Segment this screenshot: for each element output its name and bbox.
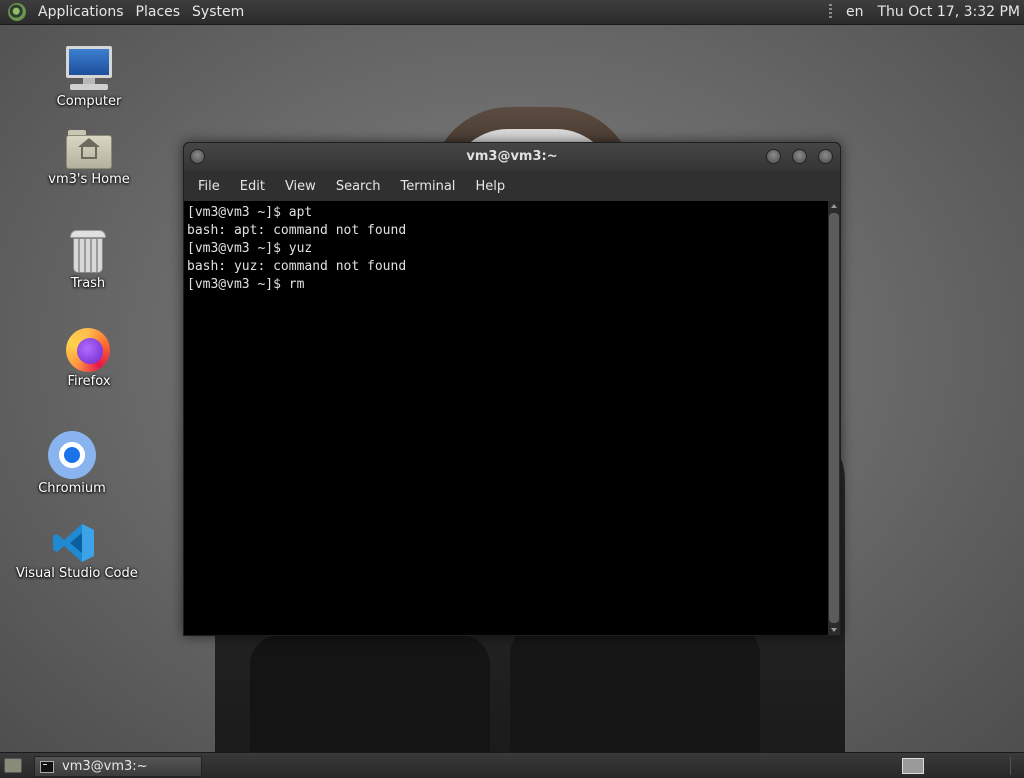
terminal-line: [vm3@vm3 ~]$ apt: [187, 205, 313, 220]
desktop-icon-label: Computer: [56, 94, 122, 109]
menu-places[interactable]: Places: [130, 4, 187, 20]
wallpaper-figure-arm-left: [250, 635, 490, 752]
window-title: vm3@vm3:~: [466, 149, 558, 164]
scrollbar-thumb[interactable]: [829, 213, 839, 623]
terminal-icon: [40, 760, 54, 773]
show-desktop-icon[interactable]: [4, 758, 22, 773]
desktop-icon-chromium[interactable]: Chromium: [36, 431, 108, 496]
desktop-icon-home[interactable]: vm3's Home: [44, 130, 134, 187]
window-titlebar[interactable]: vm3@vm3:~: [184, 143, 840, 171]
desktop-icon-vscode[interactable]: Visual Studio Code: [16, 522, 138, 581]
terminal-line: [vm3@vm3 ~]$ yuz: [187, 241, 313, 256]
menu-search[interactable]: Search: [326, 179, 391, 194]
terminal-line: bash: yuz: command not found: [187, 259, 407, 274]
firefox-icon: [66, 326, 112, 372]
chromium-icon: [48, 431, 96, 479]
home-folder-icon: [66, 130, 112, 170]
top-panel: Applications Places System en Thu Oct 17…: [0, 0, 1024, 25]
taskbar-button-label: vm3@vm3:~: [62, 759, 148, 774]
terminal-line: [vm3@vm3 ~]$ rm: [187, 277, 305, 292]
applications-logo-icon[interactable]: [8, 3, 26, 21]
menu-view[interactable]: View: [275, 179, 326, 194]
panel-separator: [1010, 757, 1016, 775]
scroll-up-arrow-icon[interactable]: [831, 204, 837, 208]
vscode-icon: [52, 522, 96, 564]
minimize-button[interactable]: [766, 149, 781, 164]
desktop-icon-label: vm3's Home: [48, 172, 130, 187]
workspace-switcher[interactable]: [902, 758, 924, 774]
clock[interactable]: Thu Oct 17, 3:32 PM: [877, 4, 1020, 20]
desktop-icon-label: Firefox: [67, 374, 111, 389]
menu-edit[interactable]: Edit: [230, 179, 275, 194]
menu-system[interactable]: System: [186, 4, 250, 20]
scroll-down-arrow-icon[interactable]: [831, 628, 837, 632]
desktop-icon-firefox[interactable]: Firefox: [58, 326, 120, 389]
keyboard-layout-indicator[interactable]: en: [846, 4, 864, 20]
desktop-icon-label: Trash: [70, 276, 106, 291]
terminal-line: bash: apt: command not found: [187, 223, 407, 238]
terminal-output[interactable]: [vm3@vm3 ~]$ apt bash: apt: command not f…: [184, 201, 828, 635]
desktop-icon-label: Visual Studio Code: [16, 566, 138, 581]
wallpaper-figure-arm-right: [510, 625, 760, 752]
menu-applications[interactable]: Applications: [32, 4, 130, 20]
desktop-icon-label: Chromium: [38, 481, 106, 496]
menu-terminal[interactable]: Terminal: [390, 179, 465, 194]
taskbar-button-terminal[interactable]: vm3@vm3:~: [34, 756, 202, 777]
panel-handle-icon[interactable]: [828, 4, 832, 20]
menu-file[interactable]: File: [188, 179, 230, 194]
trash-icon: [70, 230, 106, 274]
terminal-scrollbar[interactable]: [828, 201, 840, 635]
desktop-icon-trash[interactable]: Trash: [58, 230, 118, 291]
menu-help[interactable]: Help: [465, 179, 515, 194]
close-button[interactable]: [818, 149, 833, 164]
bottom-panel: vm3@vm3:~: [0, 752, 1024, 778]
terminal-window[interactable]: vm3@vm3:~ File Edit View Search Terminal…: [183, 142, 841, 636]
computer-icon: [64, 46, 114, 92]
maximize-button[interactable]: [792, 149, 807, 164]
desktop-icon-computer[interactable]: Computer: [48, 46, 130, 109]
terminal-menubar: File Edit View Search Terminal Help: [184, 171, 840, 201]
